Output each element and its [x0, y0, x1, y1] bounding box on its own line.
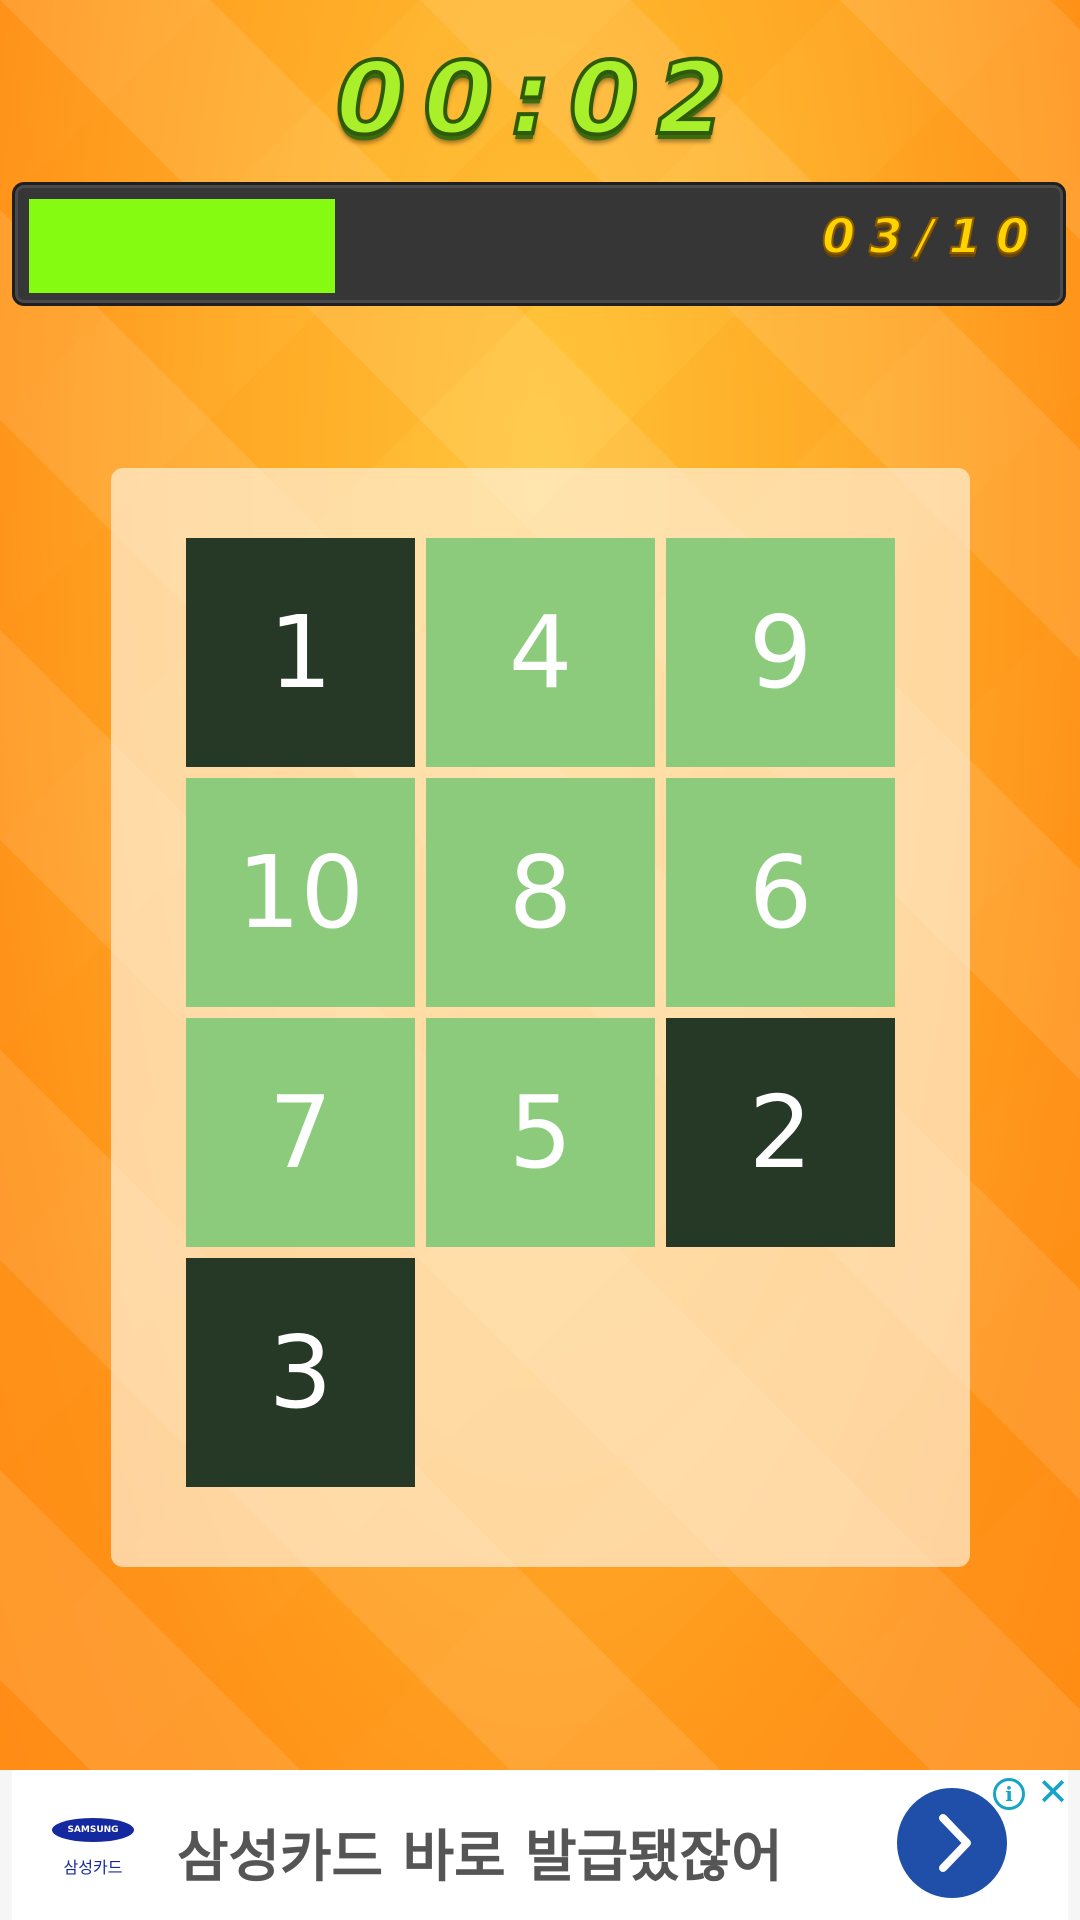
ad-close-icon[interactable]: ✕: [1035, 1773, 1071, 1811]
ad-arrow-button[interactable]: [897, 1788, 1007, 1898]
ad-text[interactable]: 삼성카드 바로 발급됐잖어: [177, 1812, 783, 1893]
number-tile[interactable]: 2: [666, 1018, 895, 1247]
number-tile[interactable]: 1: [186, 538, 415, 767]
progress-fill: [29, 199, 335, 293]
ad-brand-sub: 삼성카드: [63, 1858, 123, 1877]
ad-info-icon[interactable]: i: [993, 1778, 1025, 1810]
chevron-right-icon: [939, 1814, 971, 1872]
progress-counter: 03/10: [821, 208, 1043, 266]
number-tile[interactable]: 10: [186, 778, 415, 1007]
number-tile[interactable]: 5: [426, 1018, 655, 1247]
number-tile[interactable]: 3: [186, 1258, 415, 1487]
progress-bar: 03/10: [12, 182, 1066, 306]
samsung-logo: SAMSUNG: [52, 1818, 134, 1842]
number-tile[interactable]: 8: [426, 778, 655, 1007]
game-board: 1 4 9 10 8 6 7 5 2 3: [111, 468, 970, 1567]
number-tile[interactable]: 6: [666, 778, 895, 1007]
ad-content[interactable]: SAMSUNG 삼성카드 삼성카드 바로 발급됐잖어: [12, 1770, 1068, 1920]
number-tile[interactable]: 4: [426, 538, 655, 767]
ad-banner[interactable]: SAMSUNG 삼성카드 삼성카드 바로 발급됐잖어 i ✕: [0, 1770, 1080, 1920]
timer-display: 00:02: [334, 38, 745, 159]
number-tile[interactable]: 9: [666, 538, 895, 767]
number-tile[interactable]: 7: [186, 1018, 415, 1247]
